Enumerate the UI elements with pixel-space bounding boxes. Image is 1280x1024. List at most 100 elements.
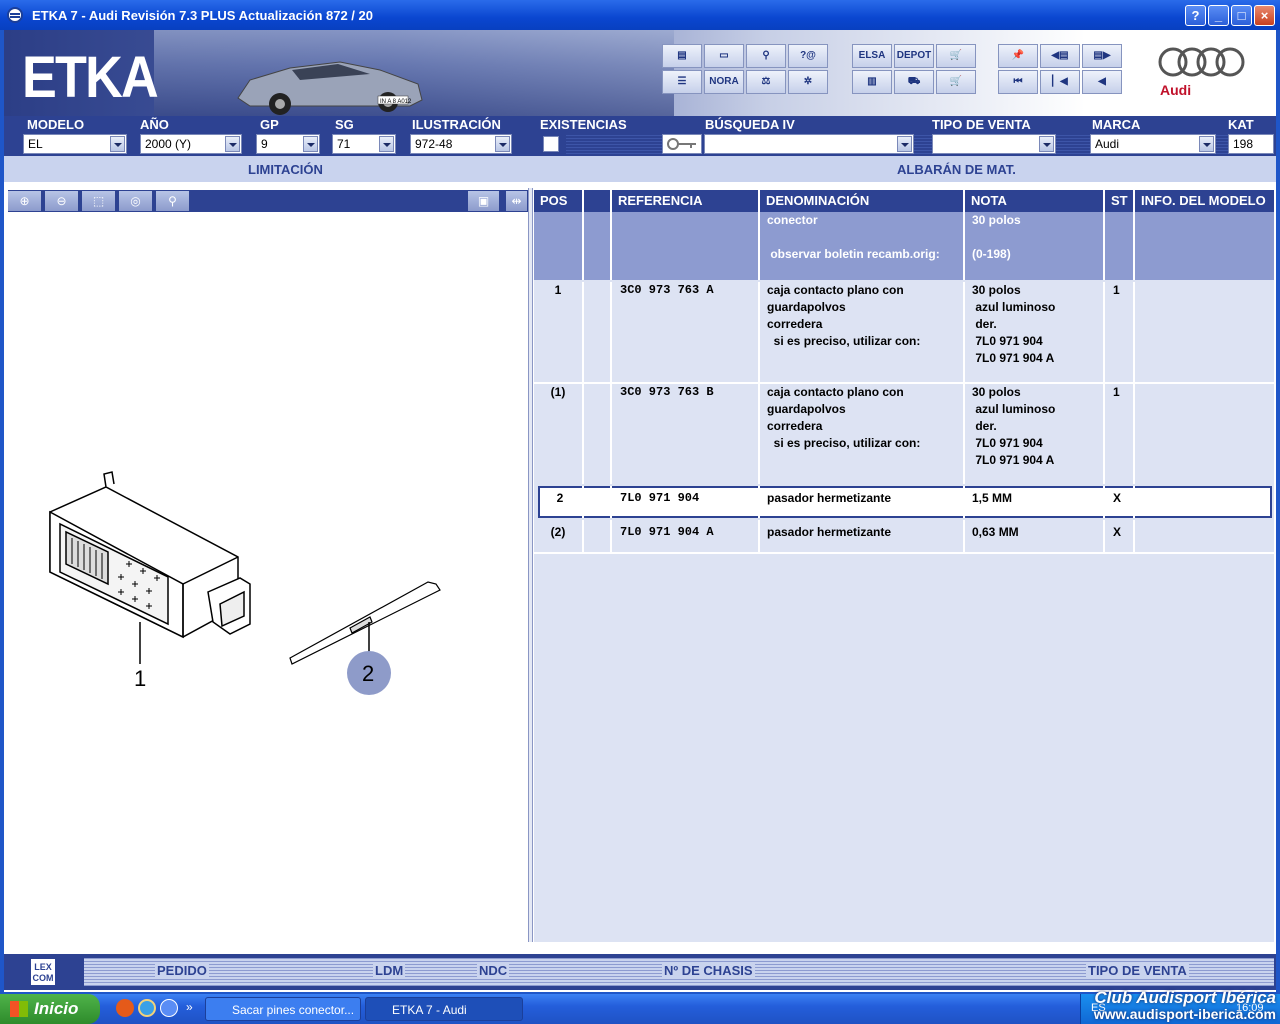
zoom-toolbar: ⊕ ⊖ ⬚ ◎ ⚲ ▣ ⇹	[8, 190, 528, 212]
cart-icon[interactable]: 🛒	[936, 44, 976, 68]
cell-info	[1135, 486, 1270, 518]
table-row[interactable]: 1 3C0 973 763 A caja contacto plano con …	[534, 282, 1274, 382]
title-bar: ETKA 7 - Audi Revisión 7.3 PLUS Actualiz…	[0, 0, 1280, 30]
panel-splitter[interactable]	[528, 188, 533, 942]
chevron-down-icon[interactable]	[897, 136, 912, 152]
nora-icon[interactable]: NORA	[704, 70, 744, 94]
start-button[interactable]: Inicio	[0, 994, 100, 1024]
pedido-button[interactable]: PEDIDO	[155, 963, 209, 978]
taskbar-item[interactable]: Sacar pines conector...	[205, 997, 361, 1021]
col-pos[interactable]: POS	[534, 190, 584, 212]
divider-stripes	[914, 134, 932, 154]
close-button[interactable]: ×	[1254, 5, 1275, 26]
albaran-label[interactable]: ALBARÁN DE MAT.	[897, 162, 1016, 177]
binoculars-icon[interactable]: ⚲	[746, 44, 786, 68]
busqueda-input[interactable]	[704, 134, 914, 154]
help-at-icon[interactable]: ?@	[788, 44, 828, 68]
etka-app-icon[interactable]	[7, 7, 23, 23]
table-row[interactable]: conector observar boletin recamb.orig: 3…	[534, 212, 1274, 280]
prev-page-icon[interactable]: ◀▤	[1040, 44, 1080, 68]
wheel-icon[interactable]: ✲	[788, 70, 828, 94]
monitor-icon[interactable]: ▥	[852, 70, 892, 94]
chevron-down-icon[interactable]	[1039, 136, 1054, 152]
cell-den: pasador hermetizante	[760, 520, 965, 552]
chevron-down-icon[interactable]	[1199, 136, 1214, 152]
taskbar-item-active[interactable]: ETKA 7 - Audi	[365, 997, 523, 1021]
chevron-down-icon[interactable]	[495, 136, 510, 152]
search-icon[interactable]: ⚲	[156, 191, 190, 211]
zoom-area-icon[interactable]: ⬚	[82, 191, 116, 211]
cell-ref: 3C0 973 763 A	[612, 282, 760, 382]
callout-1[interactable]: 1	[134, 666, 146, 691]
row-divider	[534, 552, 1274, 554]
divider-stripes	[1216, 134, 1228, 154]
ilustracion-select[interactable]: 972-48	[410, 134, 512, 154]
pin-icon[interactable]: 📌	[998, 44, 1038, 68]
next-page-icon[interactable]: ▤▶	[1082, 44, 1122, 68]
lexcom-logo[interactable]: LEX COM	[30, 958, 56, 986]
table-row[interactable]: (1) 3C0 973 763 B caja contacto plano co…	[534, 384, 1274, 484]
ie-icon[interactable]	[138, 999, 156, 1017]
limitacion-label[interactable]: LIMITACIÓN	[248, 162, 323, 177]
chevron-down-icon[interactable]	[110, 136, 125, 152]
depot-icon[interactable]: DEPOT	[894, 44, 934, 68]
cell-den: conector observar boletin recamb.orig:	[760, 212, 965, 280]
col-info-modelo[interactable]: INFO. DEL MODELO	[1135, 190, 1274, 212]
table-row[interactable]: (2) 7L0 971 904 A pasador hermetizante 0…	[534, 520, 1274, 552]
layout-icon[interactable]: ▣	[468, 191, 500, 211]
zoom-out-icon[interactable]: ⊖	[45, 191, 79, 211]
tipo-venta-label: TIPO DE VENTA	[932, 117, 1031, 132]
quicklaunch-app-icon[interactable]	[116, 999, 134, 1017]
col-st[interactable]: ST	[1105, 190, 1135, 212]
modelo-select[interactable]: EL	[23, 134, 127, 154]
car-image: IN A 8 A012	[237, 61, 423, 115]
back-icon[interactable]: ▏◀	[1040, 70, 1080, 94]
gp-select[interactable]: 9	[256, 134, 320, 154]
help-button[interactable]: ?	[1185, 5, 1206, 26]
col-referencia[interactable]: REFERENCIA	[612, 190, 760, 212]
existencias-checkbox[interactable]	[543, 136, 559, 152]
chevron-right-icon[interactable]: »	[186, 1000, 193, 1014]
frame-icon[interactable]: ▭	[704, 44, 744, 68]
ldm-button[interactable]: LDM	[373, 963, 406, 978]
ndc-button[interactable]: NDC	[477, 963, 510, 978]
tipo-venta-button[interactable]: TIPO DE VENTA	[1086, 963, 1189, 978]
left-icon[interactable]: ◀	[1082, 70, 1122, 94]
car-icon[interactable]: ⛟	[894, 70, 934, 94]
chevron-down-icon[interactable]	[379, 136, 394, 152]
media-icon[interactable]	[160, 999, 178, 1017]
marca-select[interactable]: Audi	[1090, 134, 1216, 154]
col-denominacion[interactable]: DENOMINACIÓN	[760, 190, 965, 212]
print-icon[interactable]: ▤	[662, 44, 702, 68]
cell-blank	[584, 384, 612, 484]
callout-2[interactable]: 2	[362, 661, 374, 686]
table-row-selected[interactable]: 2 7L0 971 904 pasador hermetizante 1,5 M…	[538, 486, 1272, 518]
col-blank[interactable]	[584, 190, 612, 212]
zoom-100-icon[interactable]: ◎	[119, 191, 153, 211]
col-nota[interactable]: NOTA	[965, 190, 1105, 212]
cart-add-icon[interactable]: 🛒	[936, 70, 976, 94]
scale-icon[interactable]: ⚖	[746, 70, 786, 94]
cell-nota: 1,5 MM	[965, 486, 1105, 518]
watermark-title: Club Audisport Ibérica	[1094, 988, 1276, 1007]
cell-ref: 3C0 973 763 B	[612, 384, 760, 484]
anio-select[interactable]: 2000 (Y)	[140, 134, 242, 154]
tipo-venta-select[interactable]	[932, 134, 1056, 154]
first-icon[interactable]: ⏮	[998, 70, 1038, 94]
expand-arrows-icon[interactable]: ⇹	[506, 191, 528, 211]
chevron-down-icon[interactable]	[303, 136, 318, 152]
key-icon[interactable]	[662, 134, 702, 154]
cell-info	[1135, 520, 1274, 552]
zoom-in-icon[interactable]: ⊕	[8, 191, 42, 211]
list-icon[interactable]: ☰	[662, 70, 702, 94]
cell-ref: 7L0 971 904 A	[612, 520, 760, 552]
sg-select[interactable]: 71	[332, 134, 396, 154]
kat-field[interactable]: 198	[1228, 134, 1274, 154]
chevron-down-icon[interactable]	[225, 136, 240, 152]
cell-info	[1135, 212, 1274, 280]
elsa-icon[interactable]: ELSA	[852, 44, 892, 68]
maximize-button[interactable]: □	[1231, 5, 1252, 26]
chasis-button[interactable]: Nº DE CHASIS	[662, 963, 755, 978]
gp-label: GP	[260, 117, 279, 132]
minimize-button[interactable]: _	[1208, 5, 1229, 26]
